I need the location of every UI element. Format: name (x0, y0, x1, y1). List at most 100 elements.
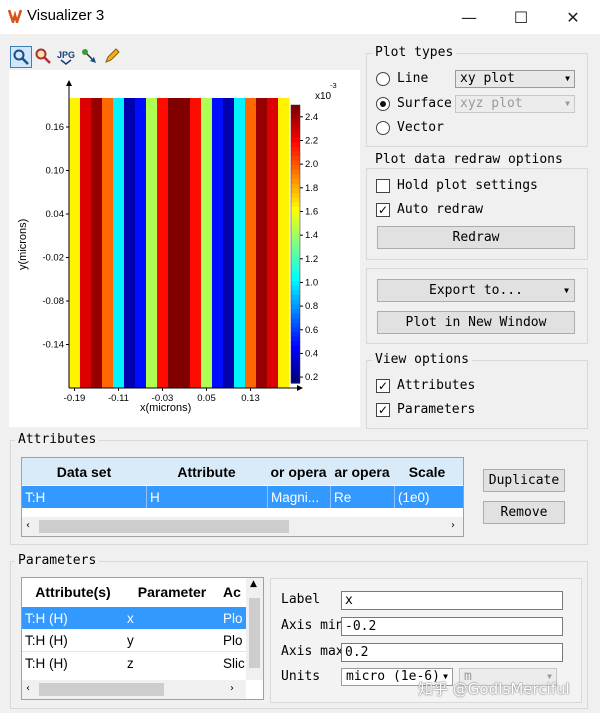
table-row[interactable]: T:H (H) y Plo (22, 629, 246, 652)
heatmap-cell (168, 98, 180, 388)
colorbar-tick-label: 0.6 (305, 325, 318, 336)
minimize-button[interactable]: — (443, 0, 495, 34)
vector-radio-label: Vector (397, 120, 444, 135)
export-to-dropdown[interactable]: Export to... ▼ (377, 279, 575, 302)
scroll-left-icon[interactable]: ‹ (26, 520, 30, 531)
scrollbar-thumb[interactable] (249, 598, 260, 668)
table-row[interactable]: T:H (H) z Slic (22, 652, 246, 674)
table-cell: y (127, 632, 134, 648)
table-row[interactable]: T:H H Magni... Re (1e0) (22, 486, 463, 508)
table-cell: H (146, 486, 267, 508)
colorbar-segment (291, 369, 300, 375)
y-tick-label: 0.10 (46, 166, 65, 177)
colorbar-ticks: 2.4 2.2 2.0 1.8 1.6 1.4 1.2 1.0 0.8 0.6 0.4 0.2 (300, 112, 318, 383)
colorbar-segment (291, 220, 300, 227)
x-tick-label: -0.11 (108, 393, 129, 404)
table-cell: Plo (223, 632, 243, 648)
surface-radio[interactable] (376, 97, 390, 111)
heatmap-cell (69, 98, 81, 388)
colorbar-segment (291, 169, 300, 176)
colorbar-tick-label: 0.4 (305, 348, 318, 359)
colorbar-segment (291, 165, 300, 171)
colorbar-segment (291, 281, 300, 287)
colorbar (290, 104, 301, 384)
table-cell: z (127, 655, 134, 671)
line-plot-type-select[interactable]: xy plot ▼ (455, 70, 575, 88)
axis-max-input[interactable]: 0.2 (341, 643, 563, 662)
scroll-left-icon[interactable]: ‹ (26, 683, 30, 694)
colorbar-segment (291, 364, 300, 370)
jpg-export-button[interactable]: JPG (56, 46, 76, 66)
table-row[interactable]: T:H (H) x Plo (22, 607, 246, 629)
chevron-down-icon: ▼ (565, 74, 570, 83)
colorbar-tick-label: 2.2 (305, 135, 318, 146)
colorbar-segment (291, 114, 300, 120)
colorbar-segment (291, 155, 300, 162)
y-tick-label: 0.16 (46, 122, 65, 133)
zoom-tool-button[interactable] (10, 46, 32, 68)
heatmap-cell (278, 98, 290, 388)
close-button[interactable]: ✕ (547, 0, 599, 34)
column-header[interactable]: Parameter (124, 578, 220, 606)
heatmap-cell (91, 98, 103, 388)
chevron-down-icon: ▼ (564, 286, 569, 295)
y-tick-label: 0.04 (46, 209, 65, 220)
axis-min-input[interactable]: -0.2 (341, 617, 563, 636)
colorbar-segment (291, 294, 300, 301)
remove-button[interactable]: Remove (483, 501, 565, 524)
parameters-vertical-scrollbar[interactable]: ▲ (246, 578, 263, 680)
redraw-button[interactable]: Redraw (377, 226, 575, 249)
data-cursor-button[interactable] (79, 46, 99, 66)
column-header[interactable]: Scale (394, 458, 460, 485)
hold-plot-settings-checkbox[interactable] (376, 179, 390, 193)
heatmap-strips (69, 98, 290, 388)
heatmap-cell (212, 98, 224, 388)
heatmap-cell (223, 98, 235, 388)
zoom-region-button[interactable] (33, 46, 53, 66)
colorbar-tick-label: 1.2 (305, 254, 318, 265)
auto-redraw-checkbox[interactable]: ✓ (376, 203, 390, 217)
table-cell: T:H (H) (25, 655, 68, 671)
column-header[interactable]: Data set (22, 458, 146, 485)
attributes-horizontal-scrollbar[interactable]: ‹ › (22, 517, 463, 536)
y-tick-label: -0.02 (42, 253, 64, 264)
colorbar-segment (291, 373, 300, 379)
column-header[interactable]: or opera (267, 458, 330, 485)
column-header[interactable]: Attribute (146, 458, 267, 485)
plot-in-new-window-button[interactable]: Plot in New Window (377, 311, 575, 334)
attributes-checkbox[interactable]: ✓ (376, 379, 390, 393)
heatmap-cell (80, 98, 92, 388)
column-header[interactable]: ar opera (330, 458, 394, 485)
colorbar-segment (291, 225, 300, 231)
maximize-button[interactable]: ☐ (495, 0, 547, 34)
vector-radio[interactable] (376, 121, 390, 135)
table-cell: T:H (H) (25, 632, 68, 648)
colorbar-segment (291, 216, 300, 222)
heatmap-cell (245, 98, 257, 388)
scrollbar-thumb[interactable] (39, 520, 289, 533)
scroll-right-icon[interactable]: › (451, 520, 455, 531)
heatmap-plot: -0.19 -0.11 -0.03 0.05 0.13 0.160.100.04-0.0… (17, 80, 337, 414)
colorbar-segment (291, 197, 300, 203)
auto-redraw-label: Auto redraw (397, 202, 484, 217)
line-radio[interactable] (376, 72, 390, 86)
scrollbar-thumb[interactable] (39, 683, 164, 696)
colorbar-segment (291, 142, 300, 148)
colorbar-tick-label: 2.4 (305, 112, 318, 123)
column-header[interactable]: Attribute(s) (22, 578, 124, 606)
parameters-horizontal-scrollbar[interactable]: ‹ › (22, 680, 246, 699)
duplicate-button[interactable]: Duplicate (483, 469, 565, 492)
label-input[interactable]: x (341, 591, 563, 610)
y-axis-ticks: 0.16 0.10 0.04 -0.02 -0.08 -0.14 (42, 122, 69, 351)
parameters-checkbox[interactable]: ✓ (376, 403, 390, 417)
y-tick-label: -0.08 (42, 296, 64, 307)
colorbar-segment (291, 118, 300, 125)
scroll-up-icon[interactable]: ▲ (250, 579, 257, 589)
annotate-button[interactable] (102, 46, 122, 66)
table-cell: (1e0) (394, 486, 460, 508)
scroll-right-icon[interactable]: › (230, 683, 234, 694)
colorbar-segment (291, 267, 300, 273)
colorbar-tick-label: 0.8 (305, 301, 318, 312)
colorbar-segment (291, 105, 300, 111)
attributes-checkbox-label: Attributes (397, 378, 476, 393)
